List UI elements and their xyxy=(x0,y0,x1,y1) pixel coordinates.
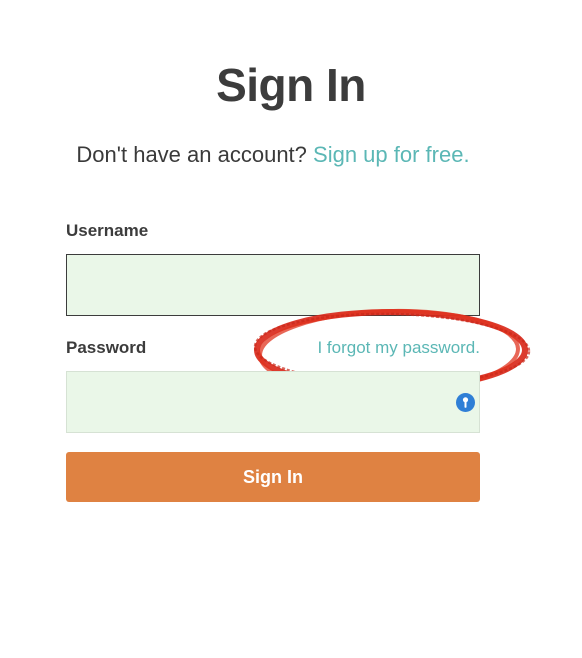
password-field[interactable] xyxy=(66,371,480,433)
key-icon[interactable] xyxy=(456,393,475,412)
signup-link[interactable]: Sign up for free. xyxy=(313,142,470,167)
page-title: Sign In xyxy=(216,59,366,111)
sign-in-button[interactable]: Sign In xyxy=(66,452,480,502)
username-label: Username xyxy=(66,221,149,240)
password-label: Password xyxy=(66,338,147,357)
signup-prompt-text: Don't have an account? xyxy=(76,142,307,167)
username-field[interactable] xyxy=(66,254,480,316)
signup-prompt-line: Don't have an account? Sign up for free. xyxy=(0,142,546,168)
forgot-password-link[interactable]: I forgot my password. xyxy=(317,338,480,358)
